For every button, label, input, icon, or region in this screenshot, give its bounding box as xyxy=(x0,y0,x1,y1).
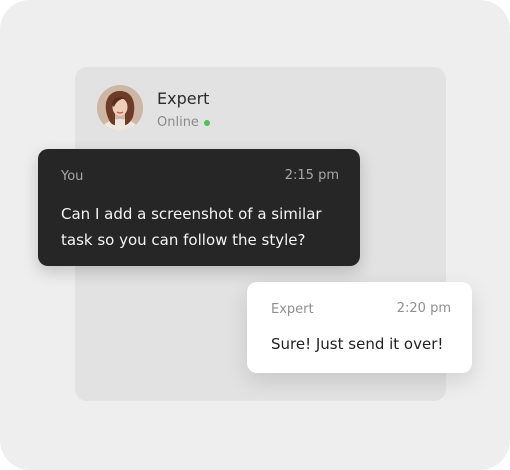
avatar-image xyxy=(97,85,143,131)
contact-status: Online xyxy=(157,114,210,131)
online-status-icon xyxy=(203,119,210,126)
message-bubble-incoming[interactable]: Expert 2:20 pm Sure! Just send it over! xyxy=(247,282,472,373)
contact-name: Expert xyxy=(157,89,210,108)
avatar[interactable] xyxy=(97,85,143,131)
message-sender: Expert xyxy=(271,302,314,317)
message-text: Sure! Just send it over! xyxy=(271,335,444,353)
message-text: Can I add a screenshot of a similar task… xyxy=(61,205,322,249)
status-label: Online xyxy=(157,115,199,130)
message-time: 2:15 pm xyxy=(284,168,339,183)
message-time: 2:20 pm xyxy=(396,301,451,316)
message-sender: You xyxy=(61,169,84,184)
message-bubble-outgoing[interactable]: You 2:15 pm Can I add a screenshot of a … xyxy=(38,149,360,266)
